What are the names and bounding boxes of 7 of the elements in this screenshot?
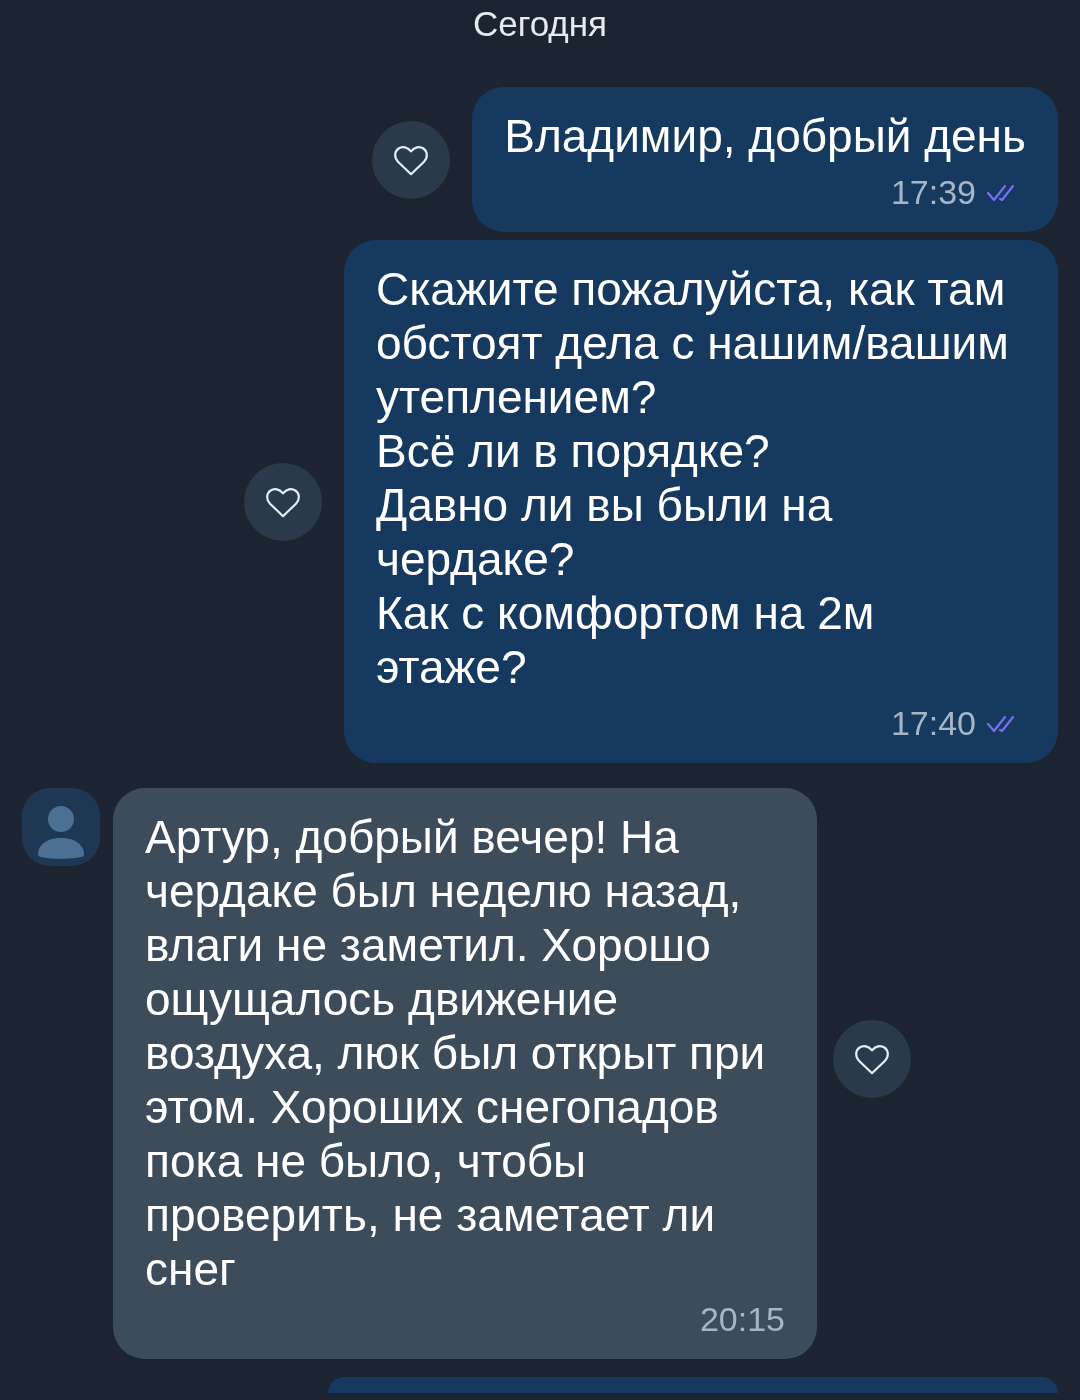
message-time: 17:39	[890, 173, 976, 212]
message-time: 17:40	[890, 704, 976, 743]
message-text: Владимир, добрый день	[504, 109, 1026, 163]
message-text: Артур, добрый вечер! На чердаке был неделю назад, влаги не заметил. Хорошо ощущалось движение воздуха, люк был открыт при этом. Хороших снегопадов пока не было, чтобы проверить, не заметает ли снег	[145, 810, 767, 1296]
message-text: Скажите пожалуйста, как там обстоят дела с нашим/вашим утеплением? Всё ли в порядке? Давно ли вы были на чердаке? Как с комфортом на 2м этаже?	[376, 262, 1010, 694]
message-time: 20:15	[699, 1300, 785, 1339]
date-label: Сегодня	[472, 4, 608, 43]
